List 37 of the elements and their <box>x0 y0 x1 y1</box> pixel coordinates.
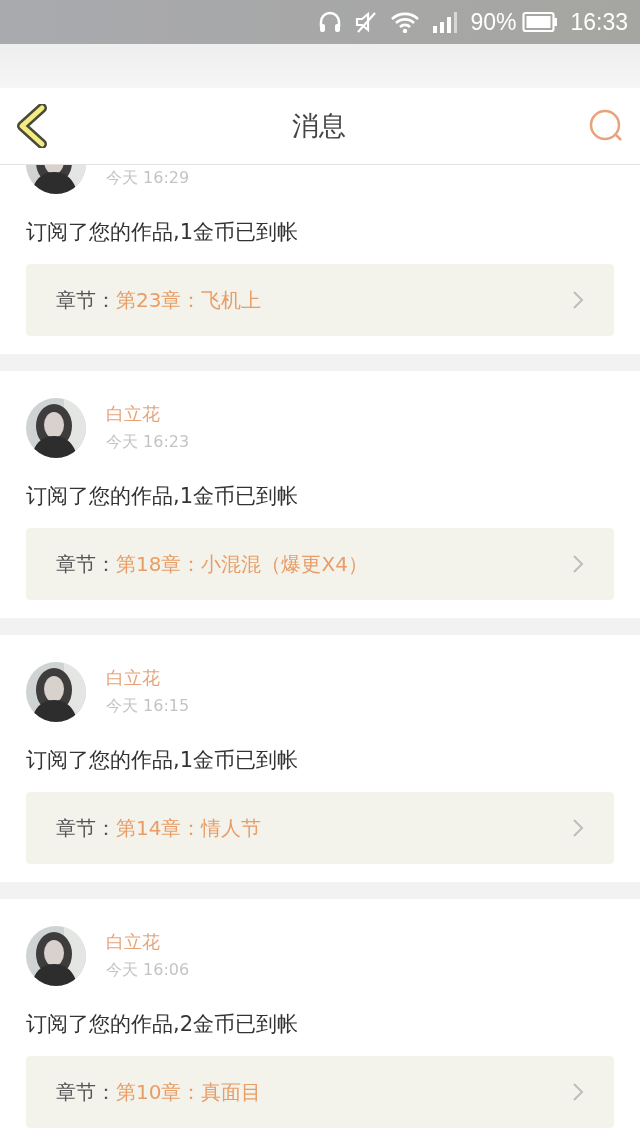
message-text: 订阅了您的作品,2金币已到帐 <box>26 1011 300 1037</box>
wifi-icon <box>390 11 421 33</box>
chapter-link[interactable]: 章节：第18章：小混混（爆更X4） <box>26 528 614 600</box>
chapter-link[interactable]: 章节：第23章：飞机上 <box>26 264 614 336</box>
chevron-right-icon <box>572 1082 584 1102</box>
chapter-link[interactable]: 章节：第14章：情人节 <box>26 792 614 864</box>
back-button[interactable] <box>16 104 50 148</box>
user-name: 白立花 <box>106 667 161 689</box>
chapter-link[interactable]: 章节：第10章：真面目 <box>26 1056 614 1128</box>
chapter-title: 第10章：真面目 <box>116 1078 263 1106</box>
chevron-right-icon <box>572 290 584 310</box>
chapter-label: 章节： <box>56 286 116 314</box>
message-text: 订阅了您的作品,1金币已到帐 <box>26 219 300 245</box>
message-time: 今天 16:23 <box>106 431 190 453</box>
back-chevron-icon <box>16 104 50 148</box>
page-title: 消息 <box>292 109 346 143</box>
battery-percent: 90% <box>470 8 517 36</box>
message-text: 订阅了您的作品,1金币已到帐 <box>26 483 300 509</box>
chapter-label: 章节： <box>56 814 116 842</box>
chapter-label: 章节： <box>56 550 116 578</box>
message-time: 今天 16:29 <box>106 167 190 189</box>
chapter-title: 第23章：飞机上 <box>116 286 263 314</box>
clock-time: 16:33 <box>570 8 628 36</box>
user-name: 白立花 <box>106 931 161 953</box>
chevron-right-icon <box>572 554 584 574</box>
message-time: 今天 16:06 <box>106 959 190 981</box>
message-text: 订阅了您的作品,1金币已到帐 <box>26 747 300 773</box>
battery-icon <box>522 11 559 33</box>
mute-icon <box>354 10 379 34</box>
chapter-label: 章节： <box>56 1078 116 1106</box>
message-time: 今天 16:15 <box>106 695 190 717</box>
user-name: 白立花 <box>106 403 161 425</box>
signal-icon <box>432 11 459 33</box>
chevron-right-icon <box>572 818 584 838</box>
headphones-icon <box>318 11 343 33</box>
chapter-title: 第18章：小混混（爆更X4） <box>116 550 369 578</box>
chapter-title: 第14章：情人节 <box>116 814 263 842</box>
